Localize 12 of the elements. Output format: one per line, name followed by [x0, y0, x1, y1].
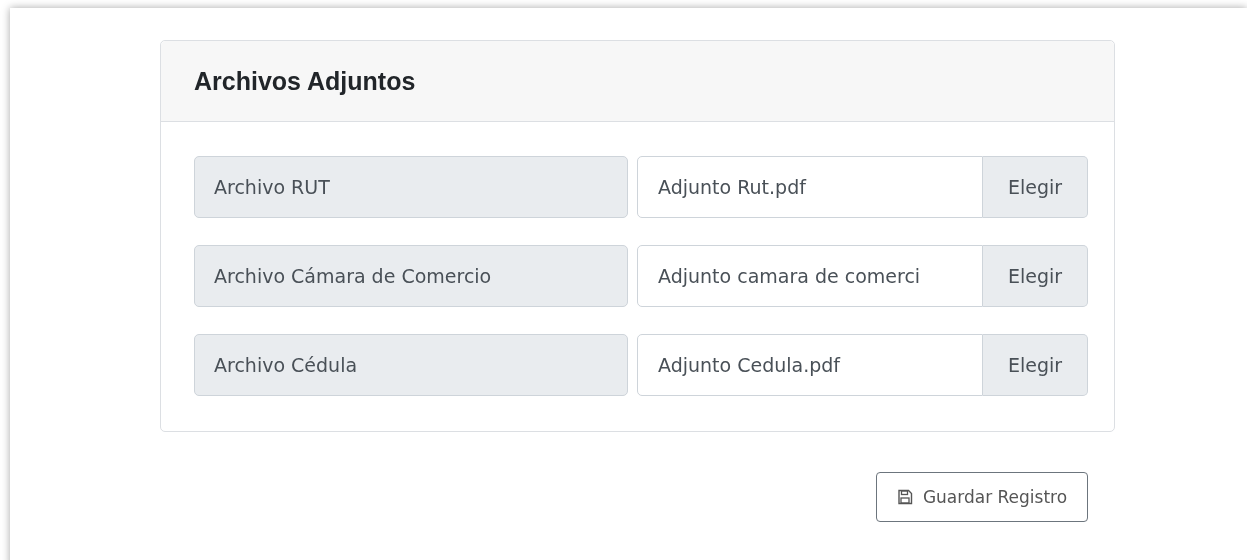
file-field[interactable]: Adjunto Cedula.pdf — [637, 334, 983, 396]
field-label: Archivo RUT — [194, 156, 628, 218]
card-title: Archivos Adjuntos — [194, 66, 416, 96]
field-label: Archivo Cédula — [194, 334, 628, 396]
browse-button[interactable]: Elegir — [983, 156, 1088, 218]
browse-button[interactable]: Elegir — [983, 334, 1088, 396]
save-button[interactable]: Guardar Registro — [876, 472, 1088, 522]
browse-button[interactable]: Elegir — [983, 245, 1088, 307]
file-field[interactable]: Adjunto camara de comerci — [637, 245, 983, 307]
save-icon — [896, 489, 913, 505]
field-label: Archivo Cámara de Comercio — [194, 245, 628, 307]
file-field[interactable]: Adjunto Rut.pdf — [637, 156, 983, 218]
